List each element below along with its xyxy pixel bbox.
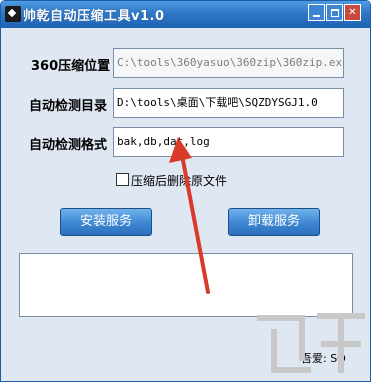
field-watch-formats[interactable]: bak,db,dat,log: [113, 127, 344, 157]
delete-original-checkbox[interactable]: [116, 173, 129, 186]
app-window: 帅乾自动压缩工具v1.0 360压缩位置 C:\tools\360yasuo\3…: [0, 0, 371, 382]
label-watch-directory: 自动检测目录: [29, 99, 108, 114]
minimize-button[interactable]: [308, 4, 325, 21]
title-bar[interactable]: 帅乾自动压缩工具v1.0: [1, 1, 370, 28]
app-icon: [5, 6, 21, 22]
footer-credit: 吾爱: SQ: [301, 352, 346, 365]
install-service-button[interactable]: 安装服务: [60, 208, 152, 236]
field-watch-directory[interactable]: D:\tools\桌面\下载吧\SQZDYSGJ1.0: [113, 88, 344, 118]
delete-original-label[interactable]: 压缩后删除原文件: [131, 172, 227, 189]
maximize-button[interactable]: [326, 4, 343, 21]
window-title: 帅乾自动压缩工具v1.0: [23, 9, 165, 24]
log-output-box[interactable]: [19, 253, 353, 317]
uninstall-service-button[interactable]: 卸载服务: [228, 208, 320, 236]
label-360-location: 360压缩位置: [31, 59, 111, 74]
close-button[interactable]: [344, 4, 361, 21]
field-360-location[interactable]: C:\tools\360yasuo\360zip\360zip.exe: [113, 48, 344, 78]
label-watch-formats: 自动检测格式: [29, 138, 108, 153]
